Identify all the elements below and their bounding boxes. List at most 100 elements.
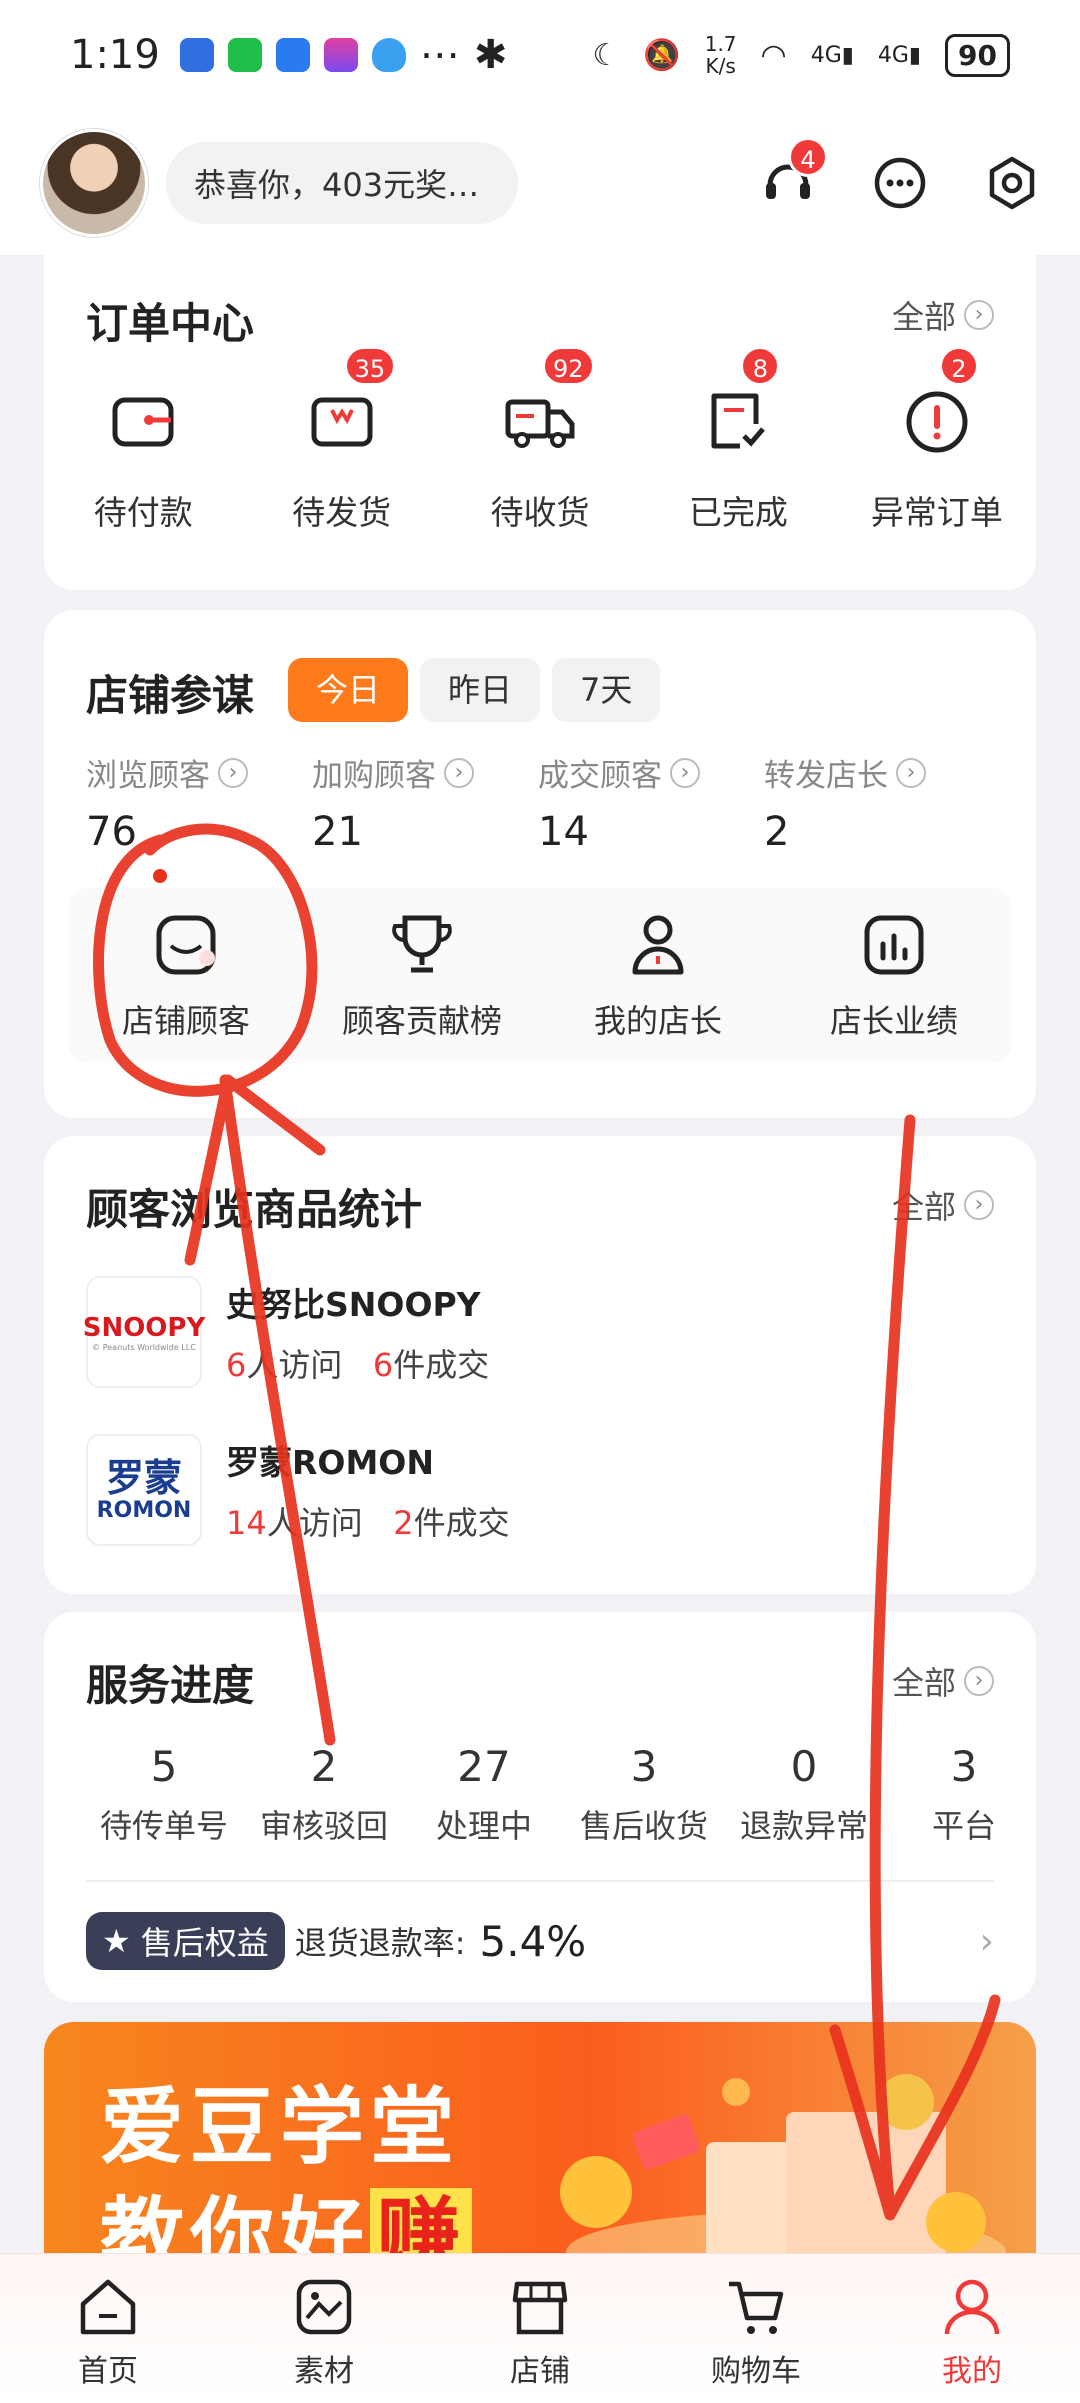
person-icon xyxy=(621,908,695,982)
order-exception[interactable]: 2 异常订单 xyxy=(838,346,1036,534)
order-center-card: 订单中心 全部 › 待付款 35 待发货 92 待收货 8 已完成 2 异常订单 xyxy=(44,250,1036,590)
chevron-right-icon: › xyxy=(444,757,474,788)
chevron-right-icon: › xyxy=(964,1666,994,1696)
tab-mine[interactable]: 我的 xyxy=(864,2254,1080,2403)
divider xyxy=(86,1880,994,1882)
app-notification-icon xyxy=(275,38,310,72)
orders-all-link[interactable]: 全部 › xyxy=(892,292,994,338)
count-badge: 92 xyxy=(542,346,595,386)
status-bar: 1:19 ⋯ ✱ ☾ 🔕 1.7 K/s ◠ 4G▮ 4G▮ 90 xyxy=(0,0,1080,110)
tab-store[interactable]: 店铺 xyxy=(432,2254,648,2403)
store-advisor-card: 店铺参谋 今日 昨日 7天 浏览顾客 › 76 加购顾客 › 21 成交顾客 › 14 转发… xyxy=(44,610,1036,1118)
after-sale-row[interactable]: ★ 售后权益 退货退款率: 5.4% › xyxy=(86,1912,994,1970)
snoopy-logo: SNOOPY © Peanuts Worldwide LLC xyxy=(83,1276,205,1388)
store-icon xyxy=(507,2274,573,2340)
image-icon xyxy=(291,2274,357,2340)
service-item[interactable]: 27 处理中 xyxy=(404,1742,564,1847)
wallet-icon xyxy=(103,380,183,460)
shield-icon xyxy=(371,38,406,72)
service-item[interactable]: 3 平台 xyxy=(884,1742,1024,1847)
brand-stats: 14人访问 2件成交 xyxy=(226,1504,510,1542)
home-icon xyxy=(75,2274,141,2340)
service-all-link[interactable]: 全部 › xyxy=(892,1658,994,1704)
service-item[interactable]: 5 待传单号 xyxy=(84,1742,244,1847)
stat-cart-customers[interactable]: 加购顾客 › 21 xyxy=(312,750,538,855)
count-badge: 35 xyxy=(343,346,397,386)
service-item[interactable]: 0 退款异常 xyxy=(724,1742,884,1847)
order-center-title: 订单中心 xyxy=(86,299,255,348)
order-completed[interactable]: 8 已完成 xyxy=(639,346,837,534)
net-speed: 1.7 K/s xyxy=(704,32,737,78)
tool-manager-performance[interactable]: 店长业绩 xyxy=(776,888,1012,1063)
chevron-right-icon: › xyxy=(979,1920,994,1962)
reward-message[interactable]: 恭喜你，403元奖… xyxy=(166,141,518,224)
message-icon[interactable] xyxy=(872,155,928,211)
notification-badge: 4 xyxy=(788,136,828,177)
box-icon: 35 xyxy=(302,346,397,460)
brand-stats: 6人访问 6件成交 xyxy=(226,1346,490,1384)
tab-cart[interactable]: 购物车 xyxy=(648,2254,864,2403)
brand-row-romon[interactable]: 罗蒙 ROMON 罗蒙ROMON 14人访问 2件成交 xyxy=(86,1434,510,1546)
service-progress-title: 服务进度 xyxy=(86,1661,255,1710)
chevron-right-icon: › xyxy=(670,757,700,788)
settings-icon[interactable] xyxy=(984,155,1040,211)
browse-all-link[interactable]: 全部 › xyxy=(892,1182,994,1228)
brand-row-snoopy[interactable]: SNOOPY © Peanuts Worldwide LLC 史努比SNOOPY… xyxy=(83,1276,490,1388)
alert-icon: 2 xyxy=(897,346,979,460)
battery-icon: 90 xyxy=(945,33,1010,77)
service-item[interactable]: 2 审核驳回 xyxy=(244,1742,404,1847)
refund-rate: 5.4% xyxy=(479,1916,587,1966)
count-badge: 2 xyxy=(938,346,979,386)
browse-stats-title: 顾客浏览商品统计 xyxy=(86,1185,423,1234)
chevron-right-icon: › xyxy=(218,757,248,788)
avatar[interactable] xyxy=(40,128,148,237)
tool-my-managers[interactable]: 我的店长 xyxy=(540,888,776,1063)
stat-deal-customers[interactable]: 成交顾客 › 14 xyxy=(538,750,764,855)
chart-icon xyxy=(857,908,931,982)
moon-icon: ☾ xyxy=(592,37,620,73)
clock: 1:19 xyxy=(70,32,160,78)
service-item[interactable]: 3 售后收货 xyxy=(564,1742,724,1847)
chevron-right-icon: › xyxy=(896,757,926,788)
store-advisor-title: 店铺参谋 xyxy=(86,671,255,720)
romon-logo: 罗蒙 ROMON xyxy=(86,1434,202,1546)
tab-home[interactable]: 首页 xyxy=(0,2254,216,2403)
truck-icon: 92 xyxy=(500,346,595,460)
app-notification-icon xyxy=(179,38,214,72)
banner-illustration xyxy=(560,2074,1006,2272)
brand-name: 史努比SNOOPY xyxy=(226,1285,481,1324)
order-pending-ship[interactable]: 35 待发货 xyxy=(242,346,440,534)
mute-icon: 🔕 xyxy=(643,37,681,73)
bottom-tab-bar: 首页 素材 店铺 购物车 我的 xyxy=(0,2253,1080,2403)
stat-shared-managers[interactable]: 转发店长 › 2 xyxy=(764,750,990,855)
person-icon xyxy=(939,2274,1005,2340)
tab-7days[interactable]: 7天 xyxy=(552,658,661,722)
tool-store-customers[interactable]: 店铺顾客 xyxy=(68,888,304,1063)
service-progress-card: 服务进度 全部 › 5 待传单号 2 审核驳回 27 处理中 3 售后收货 0 退款异常 3… xyxy=(44,1612,1036,2002)
tab-yesterday[interactable]: 昨日 xyxy=(420,658,541,722)
signal-icon: 4G▮ xyxy=(877,42,922,68)
academy-banner[interactable]: 爱豆学堂 教你好赚 xyxy=(44,2022,1036,2272)
stat-browsing-customers[interactable]: 浏览顾客 › 76 xyxy=(86,750,312,855)
trophy-icon xyxy=(385,908,459,982)
cart-icon xyxy=(723,2274,789,2340)
customer-service-icon[interactable]: 4 xyxy=(760,136,828,211)
star-icon: ★ xyxy=(102,1922,131,1960)
tab-today[interactable]: 今日 xyxy=(288,658,409,722)
after-sale-badge: ★ 售后权益 xyxy=(86,1912,285,1970)
notification-icons: ⋯ ✱ xyxy=(179,32,508,78)
chevron-right-icon: › xyxy=(964,1190,994,1220)
signal-icon: 4G▮ xyxy=(810,42,854,68)
brand-name: 罗蒙ROMON xyxy=(226,1443,434,1482)
order-pending-payment[interactable]: 待付款 xyxy=(44,380,242,534)
tool-customer-ranking[interactable]: 顾客贡献榜 xyxy=(304,888,540,1063)
customer-icon xyxy=(149,908,223,982)
order-pending-receive[interactable]: 92 待收货 xyxy=(441,346,639,534)
bluetooth-icon: ✱ xyxy=(473,32,508,78)
tab-materials[interactable]: 素材 xyxy=(216,2254,432,2403)
checklist-icon: 8 xyxy=(698,346,781,460)
wechat-icon xyxy=(227,38,262,72)
browse-stats-card: 顾客浏览商品统计 全部 › SNOOPY © Peanuts Worldwide … xyxy=(44,1136,1036,1594)
wifi-icon: ◠ xyxy=(760,37,787,73)
more-icon: ⋯ xyxy=(419,32,460,78)
